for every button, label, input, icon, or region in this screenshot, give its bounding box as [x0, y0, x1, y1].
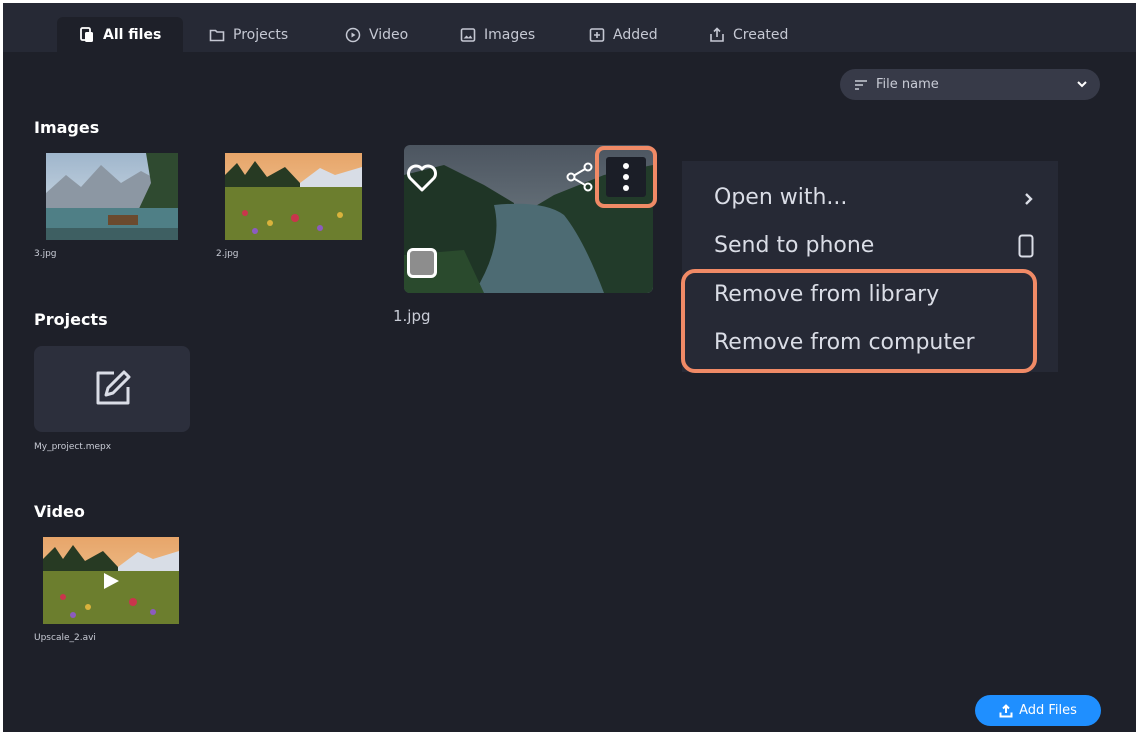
tab-label: Projects	[233, 26, 289, 43]
remove-options-highlight	[681, 269, 1037, 373]
menu-item-open-with[interactable]: Open with...	[714, 185, 847, 210]
tab-video[interactable]: Video	[345, 17, 408, 52]
chevron-right-icon	[1025, 193, 1033, 205]
image-icon	[460, 27, 476, 42]
video-thumbnail[interactable]	[43, 537, 179, 624]
file-name: 3.jpg	[34, 249, 57, 259]
menu-item-send-to-phone[interactable]: Send to phone	[714, 233, 874, 258]
video-section-title: Video	[34, 502, 85, 521]
tab-images[interactable]: Images	[460, 17, 535, 52]
play-circle-icon	[345, 27, 361, 42]
select-checkbox[interactable]	[407, 248, 437, 278]
image-thumbnail-2[interactable]	[225, 153, 362, 240]
file-name: Upscale_2.avi	[34, 633, 96, 643]
tab-all-files[interactable]: All files	[57, 17, 184, 52]
share-icon[interactable]	[564, 161, 596, 193]
media-library-window: All files Projects Video Images Added Cr…	[3, 3, 1136, 732]
phone-icon	[1018, 234, 1034, 258]
file-name: 2.jpg	[216, 249, 239, 259]
sort-label: File name	[876, 77, 939, 92]
folder-icon	[209, 29, 225, 41]
images-section-title: Images	[34, 118, 100, 137]
tab-label: Created	[733, 26, 789, 43]
export-icon	[710, 26, 724, 42]
chevron-down-icon	[1077, 81, 1087, 88]
files-icon	[80, 26, 93, 42]
flower-meadow-image	[225, 153, 362, 240]
video-preview-image	[43, 537, 179, 624]
image-thumbnail-3[interactable]	[46, 153, 178, 240]
tab-label: Video	[369, 26, 409, 43]
add-box-icon	[589, 27, 605, 42]
edit-icon	[96, 370, 131, 405]
more-vertical-icon	[606, 157, 646, 197]
tab-label: Added	[613, 26, 658, 43]
upload-icon	[999, 703, 1013, 717]
tab-created[interactable]: Created	[709, 17, 788, 52]
tab-bar: All files Projects Video Images Added Cr…	[3, 3, 1136, 52]
tab-label: Images	[484, 26, 536, 43]
add-files-label: Add Files	[1019, 703, 1077, 718]
heart-icon[interactable]	[406, 163, 438, 193]
tab-label: All files	[103, 26, 162, 43]
tab-projects[interactable]: Projects	[209, 17, 288, 52]
sort-dropdown[interactable]: File name	[840, 69, 1100, 100]
file-name: My_project.mepx	[34, 442, 112, 452]
mountain-lake-image	[46, 153, 178, 240]
project-thumbnail[interactable]	[34, 346, 190, 432]
tab-added[interactable]: Added	[589, 17, 658, 52]
add-files-button[interactable]: Add Files	[975, 695, 1101, 726]
projects-section-title: Projects	[34, 310, 108, 329]
more-options-button[interactable]	[595, 146, 657, 208]
sort-icon	[855, 79, 867, 90]
file-name: 1.jpg	[393, 307, 431, 325]
